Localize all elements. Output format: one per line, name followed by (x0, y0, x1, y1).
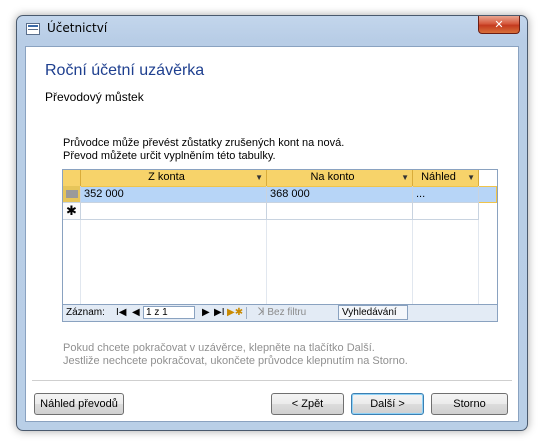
cell-preview[interactable] (413, 203, 479, 220)
cancel-button[interactable]: Storno (431, 393, 508, 415)
cell-to-account[interactable]: 368 000 (267, 186, 413, 203)
first-record-icon[interactable]: I◀ (116, 307, 126, 318)
new-record-icon: ✱ (63, 203, 81, 220)
hint-line-2: Jestliže nechcete pokračovat, ukončete p… (63, 355, 408, 367)
next-record-icon[interactable]: ▶ (202, 307, 210, 318)
dropdown-arrow-icon[interactable]: ▼ (467, 170, 475, 185)
app-icon (26, 23, 40, 35)
filter-toggle[interactable]: ꓘ Bez filtru (258, 307, 306, 318)
cell-to-account[interactable] (267, 203, 413, 220)
wizard-title: Roční účetní uzávěrka (45, 62, 205, 79)
wizard-content: Roční účetní uzávěrka Převodový můstek P… (25, 46, 519, 422)
record-selector[interactable] (63, 186, 81, 203)
table-row[interactable]: 352 000 368 000 ... (63, 186, 497, 203)
search-field[interactable]: Vyhledávání (338, 305, 408, 320)
column-header-from[interactable]: Z konta ▼ (81, 170, 267, 186)
column-header-preview[interactable]: Náhled ▼ (413, 170, 479, 186)
close-button[interactable]: ✕ (478, 16, 520, 34)
cell-from-account[interactable] (81, 203, 267, 220)
window-title: Účetnictví (47, 21, 108, 35)
hint-line-1: Pokud chcete pokračovat v uzávěrce, klep… (63, 342, 375, 354)
record-number-field[interactable]: 1 z 1 (143, 306, 195, 319)
title-bar[interactable]: Účetnictví ✕ (17, 16, 527, 42)
preview-transfers-button[interactable]: Náhled převodů (34, 393, 124, 415)
cell-from-account[interactable]: 352 000 (81, 186, 267, 203)
grid-header: Z konta ▼ Na konto ▼ Náhled ▼ (63, 170, 497, 186)
wizard-window: Účetnictví ✕ Roční účetní uzávěrka Převo… (16, 15, 528, 431)
description-line-1: Průvodce může převést zůstatky zrušených… (63, 137, 345, 149)
grid-line (266, 220, 267, 305)
wizard-subtitle: Převodový můstek (45, 90, 144, 104)
select-all-cell[interactable] (63, 170, 81, 186)
new-record-button-icon[interactable]: ▶✱ (227, 307, 243, 318)
filter-label: Bez filtru (267, 307, 307, 318)
column-header-to[interactable]: Na konto ▼ (267, 170, 413, 186)
new-record-row[interactable]: ✱ (63, 203, 497, 220)
next-button[interactable]: Další > (351, 393, 424, 415)
last-record-icon[interactable]: ▶I (214, 307, 224, 318)
navigator-divider (246, 307, 247, 319)
grid-line (80, 220, 81, 305)
dropdown-arrow-icon[interactable]: ▼ (401, 170, 409, 185)
funnel-icon: ꓘ (258, 307, 265, 318)
divider (32, 380, 512, 381)
record-navigator: Záznam: I◀ ◀ 1 z 1 ▶ ▶I ▶✱ ꓘ Bez filtru … (63, 304, 497, 321)
cell-preview[interactable]: ... (413, 186, 479, 203)
description-line-2: Převod můžete určit vyplněním této tabul… (63, 150, 276, 162)
previous-record-icon[interactable]: ◀ (132, 307, 140, 318)
back-button[interactable]: < Zpět (271, 393, 344, 415)
navigator-label: Záznam: (66, 307, 105, 318)
grid-line (478, 220, 479, 305)
dropdown-arrow-icon[interactable]: ▼ (255, 170, 263, 185)
grid-line (412, 220, 413, 305)
transfer-grid: Z konta ▼ Na konto ▼ Náhled ▼ 352 000 368 0… (62, 169, 498, 322)
